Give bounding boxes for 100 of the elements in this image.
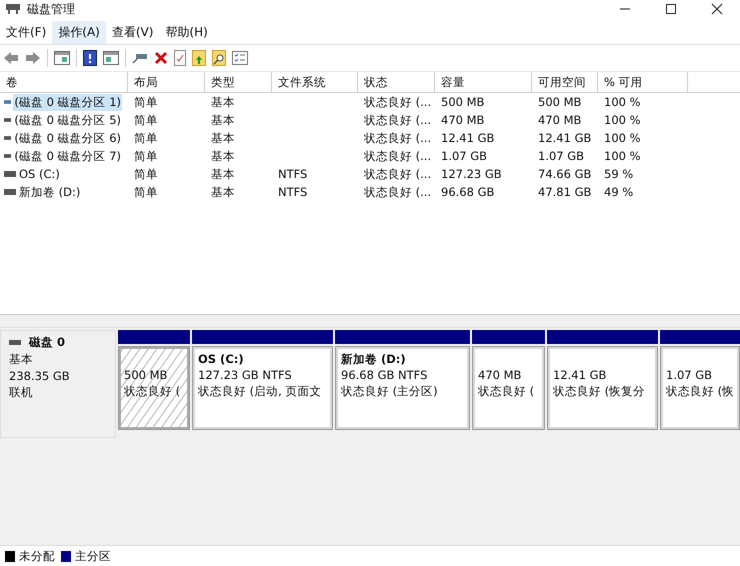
delete-icon[interactable] [154,51,168,65]
partition-status: 状态良好 (启动, 页面文 [198,384,322,399]
menu-item[interactable]: 帮助(H) [159,20,214,44]
column-header[interactable]: 状态 [358,72,435,92]
table-cell: 简单 [134,148,158,164]
table-cell: 12.41 GB [441,131,494,145]
volume-icon [4,99,12,105]
volume-name[interactable]: (磁盘 0 磁盘分区 1) [13,94,122,110]
column-header[interactable]: 容量 [435,72,532,92]
table-cell: 470 MB [441,113,484,127]
column-header[interactable]: 可用空间 [532,72,598,92]
partition-size: 470 MB [478,368,522,382]
volume-name[interactable]: 新加卷 (D:) [18,184,82,200]
table-cell: 100 % [604,113,641,127]
volume-icon [4,117,12,123]
table-cell: 状态良好 (... [364,94,432,110]
partition-box[interactable]: 470 MB 状态良好 ( [472,346,545,430]
table-cell: NTFS [278,167,308,181]
table-cell: 470 MB [538,113,582,127]
partition-box[interactable]: 12.41 GB 状态良好 (恢复分 [547,346,658,430]
checklist-icon[interactable] [232,51,248,65]
volume-icon [4,135,12,141]
window-title: 磁盘管理 [27,0,75,18]
partition-name: OS (C:) [198,352,245,366]
column-header[interactable]: % 可用 [598,72,688,92]
legend-label: 主分区 [75,548,111,564]
table-cell: 96.68 GB [441,185,494,199]
disk-name: 磁盘 0 [29,335,66,350]
partition-size: 12.41 GB [553,368,608,382]
partition-box[interactable]: 1.07 GB 状态良好 (恢 [660,346,740,430]
table-cell: 59 % [604,167,634,181]
table-cell: 47.81 GB [538,185,592,199]
table-cell: 100 % [604,131,641,145]
checked-document-icon[interactable] [174,50,186,66]
table-cell: 简单 [134,112,158,128]
connect-drive-icon[interactable] [132,52,148,64]
partition-size: 127.23 GB NTFS [198,368,293,382]
table-cell: 74.66 GB [538,167,592,181]
volume-name[interactable]: OS (C:) [18,166,61,182]
table-cell: 1.07 GB [538,149,584,163]
partition-size: 500 MB [124,368,168,382]
help-book-icon[interactable] [83,50,97,66]
partition-size: 1.07 GB [666,368,714,382]
table-cell: 简单 [134,184,158,200]
maximize-icon[interactable] [665,3,677,15]
table-cell: 状态良好 (... [364,148,432,164]
table-cell: 状态良好 (... [364,130,432,146]
table-cell: 状态良好 (... [364,166,432,182]
table-cell: 简单 [134,166,158,182]
partition-box[interactable]: 新加卷 (D:) 96.68 GB NTFS 状态良好 (主分区) [335,346,470,430]
table-cell: 49 % [604,185,634,199]
table-cell: 127.23 GB [441,167,502,181]
partition-status: 状态良好 (主分区) [341,384,439,399]
table-cell: 状态良好 (... [364,184,432,200]
legend-label: 未分配 [19,548,55,564]
column-header[interactable]: 文件系统 [272,72,358,92]
partition-name: 新加卷 (D:) [341,352,407,366]
table-cell: 12.41 GB [538,131,592,145]
volume-icon [4,153,12,159]
volume-name[interactable]: (磁盘 0 磁盘分区 6) [13,130,122,146]
partition-box[interactable]: 500 MB 状态良好 ( [118,346,190,430]
column-header[interactable]: 布局 [128,72,205,92]
table-cell: 基本 [211,112,235,128]
table-cell: 基本 [211,94,235,110]
partition-status: 状态良好 (恢复分 [553,384,646,399]
close-icon[interactable] [711,3,723,15]
partition-size: 96.68 GB NTFS [341,368,428,382]
table-cell: 基本 [211,130,235,146]
disk-type: 基本 [9,352,34,367]
table-cell: 基本 [211,184,235,200]
disk-status: 联机 [9,385,34,400]
menu-item[interactable]: 查看(V) [106,20,160,44]
panel-icon[interactable] [54,51,70,65]
table-cell: 简单 [134,130,158,146]
back-arrow-icon[interactable] [3,51,19,65]
column-header[interactable]: 卷 [0,72,128,92]
volume-icon [4,171,16,177]
table-cell: 1.07 GB [441,149,488,163]
table-cell: 500 MB [538,95,582,109]
volume-icon [4,189,16,195]
partition-status: 状态良好 (恢 [666,384,734,399]
menu-item[interactable]: 操作(A) [52,20,106,44]
table-cell: 基本 [211,148,235,164]
partition-status: 状态良好 ( [124,384,182,399]
volume-name[interactable]: (磁盘 0 磁盘分区 5) [13,112,122,128]
forward-arrow-icon[interactable] [25,51,41,65]
column-header[interactable]: 类型 [205,72,272,92]
table-cell: 100 % [604,95,641,109]
table-cell: 基本 [211,166,235,182]
volume-name[interactable]: (磁盘 0 磁盘分区 7) [13,148,122,164]
partition-header-bar [118,330,190,344]
table-cell: 状态良好 (... [364,112,432,128]
panel-icon[interactable] [103,51,119,65]
disk-size: 238.35 GB [9,369,71,383]
folder-search-icon[interactable] [212,50,226,66]
menu-item[interactable]: 文件(F) [0,20,52,44]
partition-box[interactable]: OS (C:) 127.23 GB NTFS 状态良好 (启动, 页面文 [192,346,333,430]
partition-status: 状态良好 ( [478,384,536,399]
table-cell: 简单 [134,94,158,110]
table-cell: 500 MB [441,95,484,109]
